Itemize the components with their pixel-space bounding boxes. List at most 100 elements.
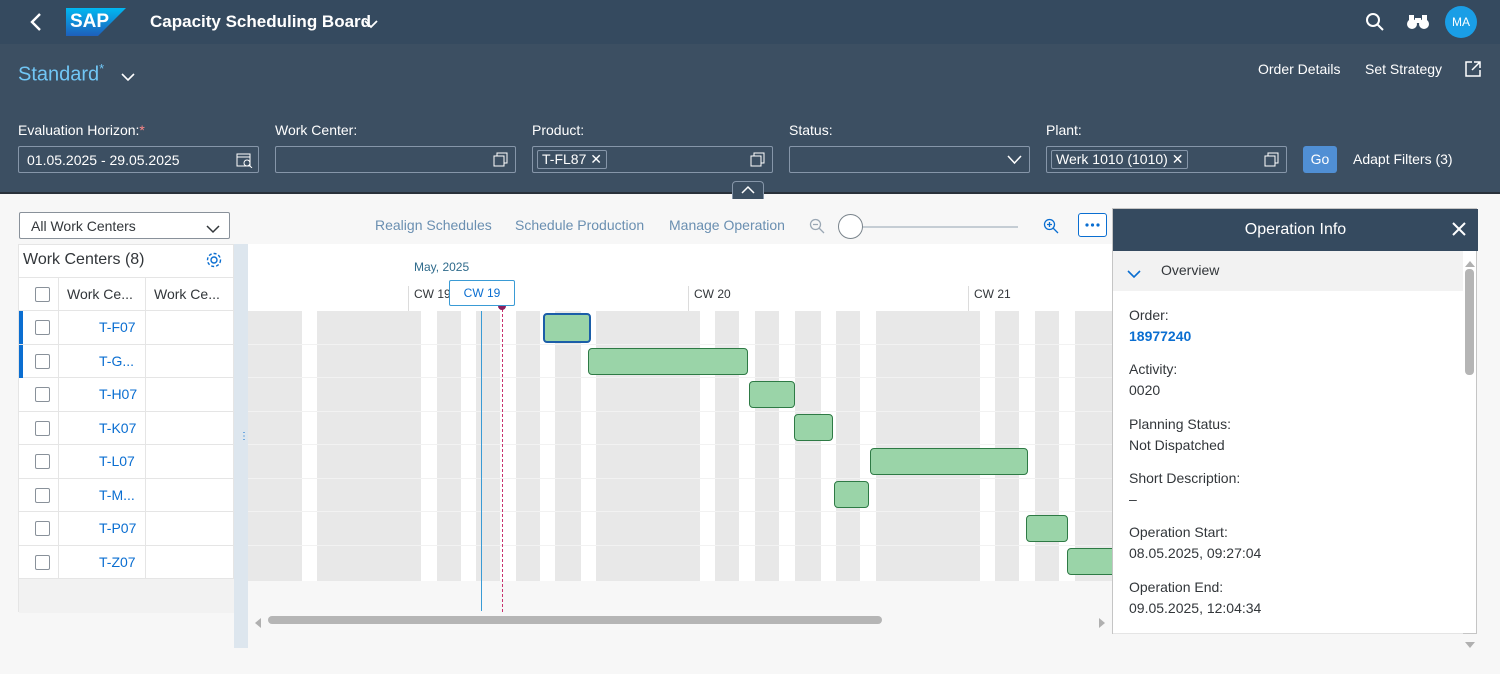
table-row[interactable]: T-L07 [19, 445, 235, 479]
go-button[interactable]: Go [1303, 146, 1337, 173]
table-row[interactable]: T-M... [19, 479, 235, 512]
table-row[interactable]: T-P07 [19, 512, 235, 546]
variant-chevron-icon[interactable] [121, 69, 135, 87]
panel-title: Operation Info [1113, 209, 1478, 251]
value-help-icon[interactable] [750, 152, 765, 167]
schedule-production-button[interactable]: Schedule Production [515, 217, 644, 233]
operation-bar[interactable] [870, 448, 1028, 475]
operation-bar[interactable] [794, 414, 833, 441]
evaluation-horizon-input[interactable]: 01.05.2025 - 29.05.2025 [18, 146, 259, 173]
operation-bar[interactable] [1026, 515, 1068, 542]
gantt-footer [248, 581, 1112, 612]
zoom-slider-track[interactable] [850, 226, 1018, 228]
status-select[interactable] [789, 146, 1030, 173]
chevron-down-icon[interactable] [364, 16, 378, 34]
sap-logo[interactable]: SAP [66, 8, 126, 36]
value-help-icon[interactable] [493, 152, 508, 167]
vertical-scrollbar[interactable] [1465, 269, 1474, 375]
work-center-link[interactable]: T-P07 [99, 520, 136, 536]
work-center-link[interactable]: T-Z07 [99, 554, 136, 570]
scroll-down-icon[interactable] [1465, 636, 1475, 654]
row-checkbox[interactable] [35, 521, 50, 536]
operation-bar-selected[interactable] [543, 313, 591, 343]
scroll-left-icon[interactable] [254, 615, 262, 633]
overview-section-header[interactable]: Overview [1113, 251, 1463, 291]
order-details-button[interactable]: Order Details [1258, 61, 1340, 77]
work-center-input[interactable] [275, 146, 516, 173]
filter-header: Standard* Order Details Set Strategy Eva… [0, 44, 1500, 199]
week-label: CW 21 [974, 287, 1011, 301]
row-line [248, 411, 1112, 412]
row-highlight-marker [19, 311, 23, 344]
splitter-bar[interactable]: ⋮ [234, 244, 249, 648]
order-link[interactable]: 18977240 [1129, 328, 1191, 344]
operation-bar[interactable] [834, 481, 869, 508]
work-center-view-value: All Work Centers [31, 218, 136, 234]
plant-input[interactable]: Werk 1010 (1010) ✕ [1046, 146, 1287, 173]
avatar[interactable]: MA [1445, 6, 1477, 38]
scroll-right-icon[interactable] [1098, 615, 1106, 633]
row-checkbox[interactable] [35, 420, 50, 436]
settings-gear-icon[interactable] [205, 251, 223, 274]
variant-selector[interactable]: Standard* [18, 61, 104, 87]
value-help-icon[interactable] [1264, 152, 1279, 167]
field-label: Planning Status: [1129, 415, 1231, 432]
horizontal-scrollbar[interactable] [268, 616, 882, 624]
chevron-down-icon[interactable] [1007, 152, 1022, 167]
operation-bar[interactable] [749, 381, 795, 408]
product-input[interactable]: T-FL87 ✕ [532, 146, 773, 173]
operation-bar[interactable] [588, 348, 748, 375]
table-row[interactable]: T-F07 [19, 311, 235, 345]
share-icon[interactable] [1464, 60, 1482, 83]
row-checkbox[interactable] [35, 320, 50, 335]
week-label: CW 19 [414, 287, 451, 301]
row-checkbox[interactable] [35, 487, 50, 503]
non-working-time [1075, 311, 1112, 581]
chevron-down-icon[interactable] [206, 221, 220, 237]
work-center-link[interactable]: T-F07 [99, 319, 136, 335]
row-checkbox[interactable] [35, 353, 50, 369]
non-working-time [476, 311, 500, 581]
table-row[interactable]: T-H07 [19, 378, 235, 412]
token-remove-icon[interactable]: ✕ [590, 151, 602, 167]
work-center-view-select[interactable]: All Work Centers [19, 212, 230, 239]
collapse-header-button[interactable] [732, 181, 764, 199]
adapt-filters-button[interactable]: Adapt Filters (3) [1353, 151, 1453, 167]
select-all-checkbox[interactable] [35, 287, 50, 302]
token-remove-icon[interactable]: ✕ [1172, 151, 1184, 167]
back-icon[interactable] [28, 12, 44, 37]
set-strategy-button[interactable]: Set Strategy [1365, 61, 1442, 77]
row-checkbox[interactable] [35, 387, 50, 402]
zoom-slider-handle[interactable] [838, 214, 863, 239]
month-label: May, 2025 [414, 260, 470, 274]
search-icon[interactable] [1365, 12, 1385, 37]
zoom-in-icon[interactable] [1043, 218, 1059, 239]
field-label: Order: [1129, 307, 1169, 323]
table-row[interactable]: T-Z07 [19, 546, 235, 579]
product-token[interactable]: T-FL87 ✕ [537, 150, 607, 169]
binoculars-icon[interactable] [1406, 12, 1430, 37]
column-header-2[interactable]: Work Ce... [154, 286, 220, 302]
work-center-link[interactable]: T-L07 [99, 453, 135, 469]
work-center-link[interactable]: T-M... [99, 487, 135, 503]
zoom-out-icon[interactable] [809, 218, 825, 239]
work-center-link[interactable]: T-K07 [99, 420, 136, 436]
close-icon[interactable] [1452, 222, 1466, 241]
plant-token[interactable]: Werk 1010 (1010) ✕ [1051, 150, 1189, 169]
scroll-up-icon[interactable] [1465, 255, 1475, 273]
operation-bar[interactable] [1067, 548, 1112, 575]
chevron-down-icon[interactable] [1127, 266, 1141, 284]
manage-operation-button[interactable]: Manage Operation [669, 217, 785, 233]
column-header-1[interactable]: Work Ce... [67, 286, 133, 302]
row-checkbox[interactable] [35, 454, 50, 469]
more-options-button[interactable] [1078, 213, 1107, 237]
work-center-link[interactable]: T-H07 [99, 386, 137, 402]
table-row[interactable]: T-K07 [19, 412, 235, 445]
realign-schedules-button[interactable]: Realign Schedules [375, 217, 492, 233]
calendar-icon[interactable] [236, 152, 253, 169]
work-center-link[interactable]: T-G... [99, 353, 134, 369]
work-centers-table: Work Centers (8) Work Ce... Work Ce... T… [18, 244, 235, 613]
app-title[interactable]: Capacity Scheduling Board [150, 12, 371, 32]
table-row[interactable]: T-G... [19, 344, 235, 378]
row-checkbox[interactable] [35, 554, 50, 570]
